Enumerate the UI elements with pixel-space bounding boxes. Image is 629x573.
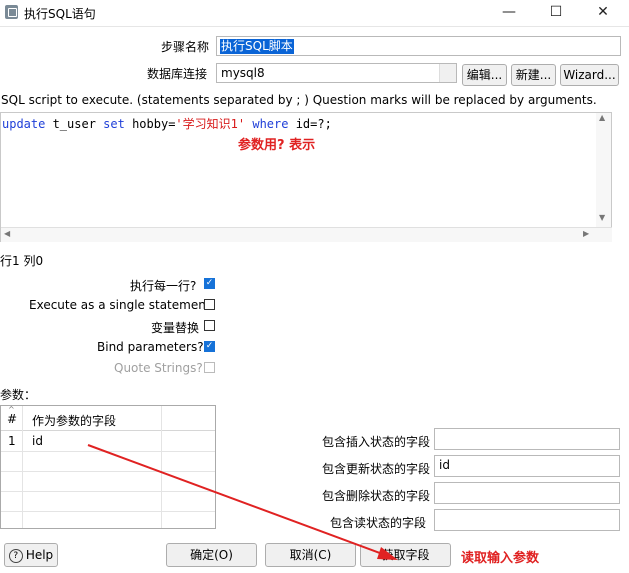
arrow-line — [87, 444, 389, 557]
annotation-arrow — [87, 444, 398, 560]
arrow-head-icon — [377, 547, 398, 560]
